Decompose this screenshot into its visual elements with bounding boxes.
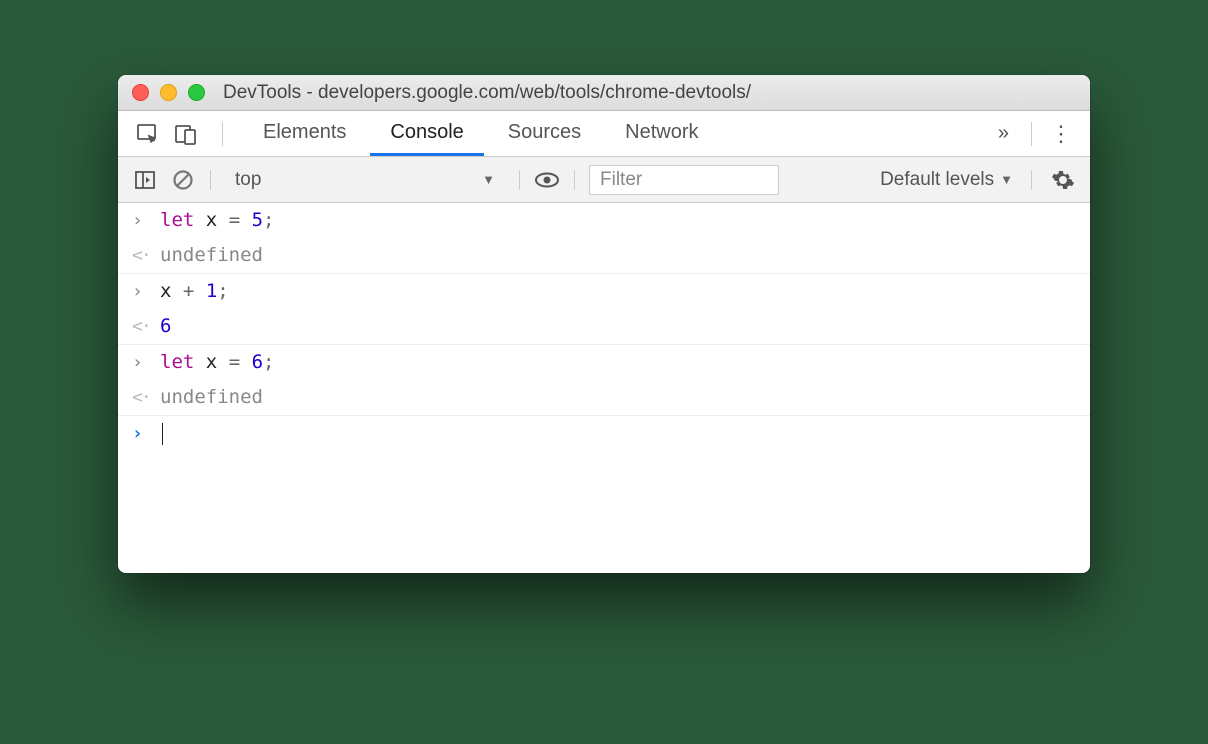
titlebar: DevTools - developers.google.com/web/too… xyxy=(118,75,1090,111)
input-chevron-icon: › xyxy=(132,345,160,380)
code-text: undefined xyxy=(160,238,263,272)
console-output-line: <·undefined xyxy=(118,380,1090,416)
console-toolbar: top ▼ Default levels ▼ xyxy=(118,157,1090,203)
clear-console-icon[interactable] xyxy=(170,167,196,193)
divider xyxy=(574,170,575,190)
tab-sources[interactable]: Sources xyxy=(488,111,601,156)
console-settings-icon[interactable] xyxy=(1050,167,1076,193)
code-text: 6 xyxy=(160,309,171,343)
inspect-element-icon[interactable] xyxy=(136,122,160,146)
log-levels-label: Default levels xyxy=(880,169,994,191)
prompt-chevron-icon: › xyxy=(132,416,160,451)
code-text: let x = 5; xyxy=(160,203,275,237)
execution-context-select[interactable]: top ▼ xyxy=(225,167,505,193)
console-input-line: ›let x = 6; xyxy=(118,345,1090,380)
input-chevron-icon: › xyxy=(132,274,160,309)
devtools-window: DevTools - developers.google.com/web/too… xyxy=(118,75,1090,573)
dropdown-triangle-icon: ▼ xyxy=(482,172,495,187)
tab-network[interactable]: Network xyxy=(605,111,718,156)
console-input-line: ›x + 1; xyxy=(118,274,1090,309)
divider xyxy=(210,170,211,190)
console-input-line: ›let x = 5; xyxy=(118,203,1090,238)
execution-context-label: top xyxy=(235,169,261,191)
tabs-row: ElementsConsoleSourcesNetwork » ⋮ xyxy=(118,111,1090,157)
console-output-line: <·undefined xyxy=(118,238,1090,274)
panel-tabs: ElementsConsoleSourcesNetwork xyxy=(243,111,986,156)
device-toolbar-icon[interactable] xyxy=(174,122,198,146)
output-chevron-icon: <· xyxy=(132,309,160,344)
zoom-window-button[interactable] xyxy=(188,84,205,101)
code-text: undefined xyxy=(160,380,263,414)
code-text: x + 1; xyxy=(160,274,229,308)
close-window-button[interactable] xyxy=(132,84,149,101)
sidebar-toggle-icon[interactable] xyxy=(132,167,158,193)
console-prompt[interactable]: › xyxy=(118,416,1090,451)
tab-elements[interactable]: Elements xyxy=(243,111,366,156)
divider xyxy=(1031,170,1032,190)
settings-menu-icon[interactable]: ⋮ xyxy=(1042,121,1080,147)
divider xyxy=(1031,122,1032,146)
more-tabs-icon[interactable]: » xyxy=(998,122,1009,145)
divider xyxy=(222,122,223,146)
console-output-line: <·6 xyxy=(118,309,1090,345)
minimize-window-button[interactable] xyxy=(160,84,177,101)
window-title: DevTools - developers.google.com/web/too… xyxy=(223,82,751,104)
log-levels-select[interactable]: Default levels ▼ xyxy=(880,169,1013,191)
output-chevron-icon: <· xyxy=(132,238,160,273)
live-expression-icon[interactable] xyxy=(534,167,560,193)
traffic-lights xyxy=(132,84,205,101)
output-chevron-icon: <· xyxy=(132,380,160,415)
console-output: ›let x = 5;<·undefined›x + 1;<·6›let x =… xyxy=(118,203,1090,573)
prompt-input[interactable] xyxy=(160,416,163,450)
divider xyxy=(519,170,520,190)
code-text: let x = 6; xyxy=(160,345,275,379)
tab-console[interactable]: Console xyxy=(370,111,483,156)
dropdown-triangle-icon: ▼ xyxy=(1000,172,1013,187)
filter-input[interactable] xyxy=(589,165,779,195)
input-chevron-icon: › xyxy=(132,203,160,238)
